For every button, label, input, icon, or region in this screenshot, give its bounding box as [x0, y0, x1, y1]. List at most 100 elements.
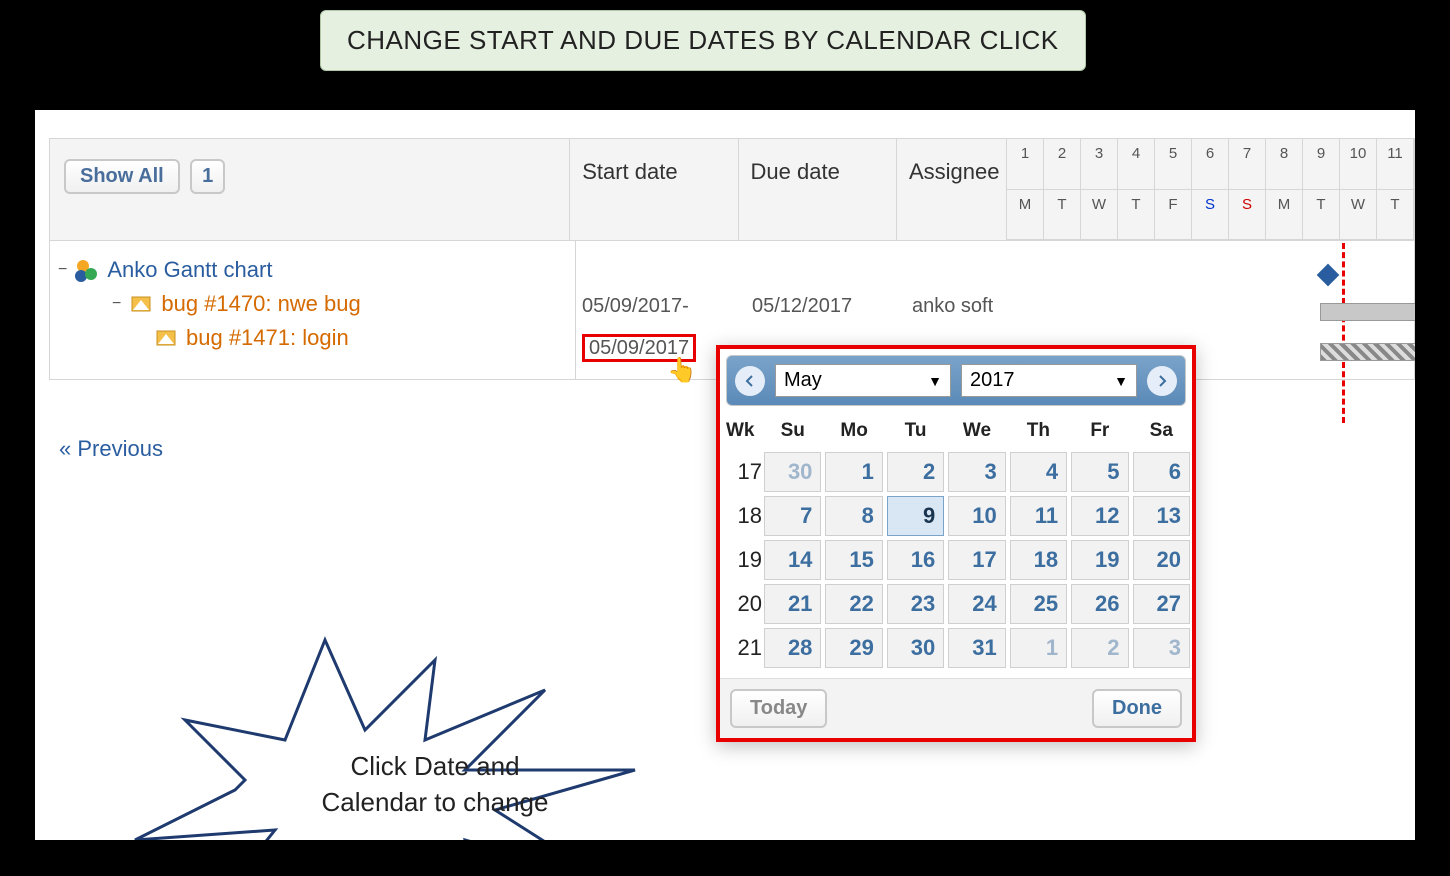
calendar-day[interactable]: 4	[1010, 452, 1067, 492]
calendar-day[interactable]: 30	[764, 452, 821, 492]
datepicker-header: May ▼ 2017 ▼	[726, 355, 1186, 406]
calendar-weekday: F	[1155, 190, 1192, 241]
weekday-header: Mo	[823, 412, 884, 450]
year-select[interactable]: 2017 ▼	[961, 364, 1137, 397]
calendar-day[interactable]: 29	[825, 628, 882, 668]
done-button[interactable]: Done	[1092, 689, 1182, 728]
next-month-button[interactable]	[1147, 366, 1177, 396]
weekday-header: We	[946, 412, 1007, 450]
dropdown-caret-icon: ▼	[928, 373, 942, 389]
calendar-day[interactable]: 13	[1133, 496, 1190, 536]
calendar-day-number: 5	[1155, 139, 1192, 190]
project-icon	[75, 258, 99, 282]
week-number: 19	[720, 538, 762, 582]
callout-text: Click Date and Calendar to change	[295, 748, 575, 821]
column-header-start-date: Start date	[570, 139, 738, 240]
calendar-day-number: 8	[1266, 139, 1303, 190]
calendar-day-number: 1	[1007, 139, 1044, 190]
start-date-cell[interactable]: 05/09/2017-	[576, 295, 746, 318]
calendar-weekday: T	[1377, 190, 1414, 241]
previous-link[interactable]: « Previous	[59, 436, 163, 462]
datepicker-footer: Today Done	[720, 678, 1192, 738]
milestone-diamond-icon	[1317, 264, 1340, 287]
callout-starburst: Click Date and Calendar to change	[125, 630, 665, 840]
month-select[interactable]: May ▼	[775, 364, 951, 397]
calendar-day[interactable]: 5	[1071, 452, 1128, 492]
tree-column: − Anko Gantt chart − bug #1470: nwe bug …	[50, 241, 576, 379]
collapse-icon[interactable]: −	[112, 295, 121, 313]
task-row-2[interactable]: bug #1471: login	[154, 325, 567, 351]
calendar-weekday: M	[1266, 190, 1303, 241]
today-line	[1342, 243, 1345, 423]
datepicker-grid: WkSuMoTuWeThFrSa 17301234561878910111213…	[720, 412, 1192, 670]
weekday-header: Th	[1008, 412, 1069, 450]
gantt-header: Show All 1 Start date Due date Assignee …	[50, 139, 1414, 241]
calendar-day[interactable]: 20	[1133, 540, 1190, 580]
due-date-cell[interactable]: 05/12/2017	[746, 295, 906, 318]
calendar-day[interactable]: 1	[825, 452, 882, 492]
calendar-day[interactable]: 2	[887, 452, 944, 492]
calendar-day[interactable]: 23	[887, 584, 944, 624]
task-name[interactable]: bug #1470: nwe bug	[161, 291, 360, 317]
calendar-day-number: 10	[1340, 139, 1377, 190]
calendar-weekday: W	[1340, 190, 1377, 241]
callout-line2: Calendar to change	[322, 787, 549, 817]
year-select-value: 2017	[970, 369, 1015, 392]
dropdown-caret-icon: ▼	[1114, 373, 1128, 389]
calendar-day[interactable]: 28	[764, 628, 821, 668]
calendar-weekday: S	[1229, 190, 1266, 241]
calendar-day[interactable]: 3	[1133, 628, 1190, 668]
week-number: 17	[720, 450, 762, 494]
calendar-day[interactable]: 8	[825, 496, 882, 536]
calendar-day[interactable]: 26	[1071, 584, 1128, 624]
calendar-day[interactable]: 15	[825, 540, 882, 580]
project-row[interactable]: − Anko Gantt chart	[58, 257, 567, 283]
calendar-day[interactable]: 19	[1071, 540, 1128, 580]
calendar-day[interactable]: 10	[948, 496, 1005, 536]
datepicker-popup: May ▼ 2017 ▼ WkSuMoTuWeThFrSa 1730123456…	[716, 345, 1196, 742]
calendar-day[interactable]: 3	[948, 452, 1005, 492]
today-button[interactable]: Today	[730, 689, 827, 728]
calendar-weekday: T	[1044, 190, 1081, 241]
calendar-day[interactable]: 6	[1133, 452, 1190, 492]
calendar-day[interactable]: 2	[1071, 628, 1128, 668]
annotation-banner: CHANGE START AND DUE DATES BY CALENDAR C…	[320, 10, 1086, 71]
collapse-icon[interactable]: −	[58, 261, 67, 279]
show-all-button[interactable]: Show All	[64, 159, 180, 194]
calendar-day[interactable]: 31	[948, 628, 1005, 668]
tree-header: Show All 1	[50, 139, 570, 240]
calendar-day[interactable]: 30	[887, 628, 944, 668]
assignee-cell[interactable]: anko soft	[906, 295, 1016, 318]
weekday-header: Sa	[1131, 412, 1192, 450]
calendar-day[interactable]: 21	[764, 584, 821, 624]
prev-month-button[interactable]	[735, 366, 765, 396]
calendar-day[interactable]: 11	[1010, 496, 1067, 536]
gantt-bar-task2[interactable]	[1320, 343, 1415, 361]
calendar-day[interactable]: 24	[948, 584, 1005, 624]
calendar-day-number: 11	[1377, 139, 1414, 190]
project-name[interactable]: Anko Gantt chart	[107, 257, 272, 283]
calendar-day[interactable]: 18	[1010, 540, 1067, 580]
calendar-day[interactable]: 1	[1010, 628, 1067, 668]
column-header-due-date: Due date	[739, 139, 897, 240]
calendar-weekday: M	[1007, 190, 1044, 241]
calendar-day[interactable]: 14	[764, 540, 821, 580]
month-select-value: May	[784, 369, 822, 392]
calendar-day-number: 2	[1044, 139, 1081, 190]
calendar-day-selected[interactable]: 9	[887, 496, 944, 536]
gantt-bar-task1[interactable]	[1320, 303, 1415, 321]
calendar-day[interactable]: 27	[1133, 584, 1190, 624]
calendar-day-number: 6	[1192, 139, 1229, 190]
calendar-day[interactable]: 17	[948, 540, 1005, 580]
calendar-day[interactable]: 25	[1010, 584, 1067, 624]
page-indicator[interactable]: 1	[190, 159, 225, 194]
task-row-1[interactable]: − bug #1470: nwe bug	[112, 291, 567, 317]
column-header-assignee: Assignee	[897, 139, 1007, 240]
calendar-day[interactable]: 22	[825, 584, 882, 624]
calendar-day[interactable]: 12	[1071, 496, 1128, 536]
calendar-day-number: 3	[1081, 139, 1118, 190]
calendar-day[interactable]: 16	[887, 540, 944, 580]
calendar-day[interactable]: 7	[764, 496, 821, 536]
task-name[interactable]: bug #1471: login	[186, 325, 349, 351]
gantt-frame: Show All 1 Start date Due date Assignee …	[49, 138, 1415, 380]
